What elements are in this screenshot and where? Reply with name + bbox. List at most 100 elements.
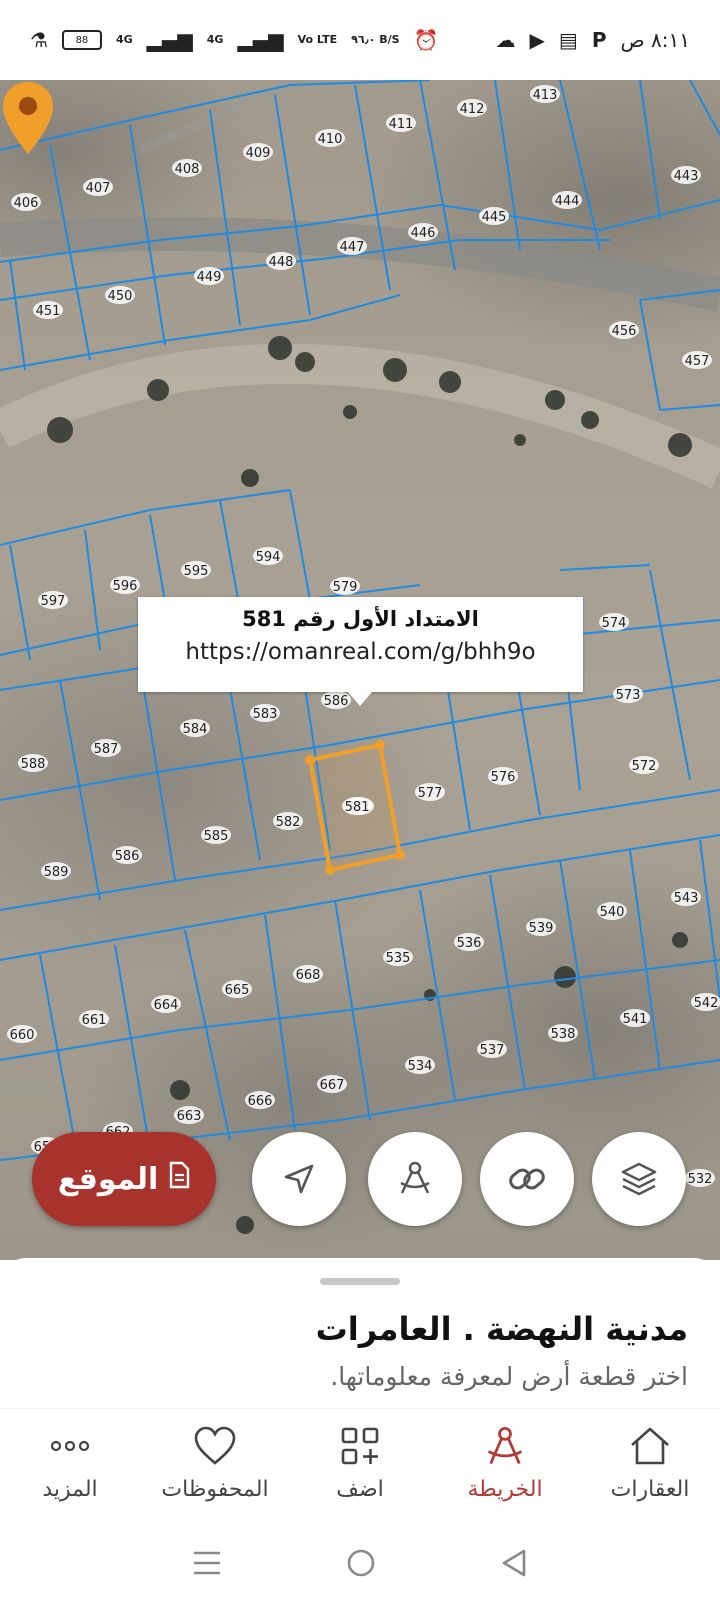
map-pin-icon[interactable] (0, 80, 56, 156)
svg-text:446: 446 (411, 226, 436, 241)
plot-label[interactable]: 574 (599, 613, 629, 631)
plot-label[interactable]: 539 (526, 918, 556, 936)
plot-label[interactable]: 444 (552, 191, 582, 209)
plot-label[interactable]: 661 (79, 1010, 109, 1028)
plot-label[interactable]: 447 (337, 237, 367, 255)
plot-label[interactable]: 542 (691, 993, 720, 1011)
plot-label[interactable]: 456 (609, 321, 639, 339)
youtube-icon: ▶ (529, 28, 545, 52)
plot-label[interactable]: 543 (671, 888, 701, 906)
svg-text:663: 663 (177, 1109, 202, 1124)
svg-text:412: 412 (460, 102, 485, 117)
layers-button[interactable] (592, 1132, 686, 1226)
plot-label[interactable]: 407 (83, 178, 113, 196)
navigate-button[interactable] (252, 1132, 346, 1226)
plot-label[interactable]: 572 (629, 756, 659, 774)
plot-label[interactable]: 577 (415, 783, 445, 801)
plot-label[interactable]: 406 (11, 193, 41, 211)
plot-label[interactable]: 668 (293, 965, 323, 983)
plot-label[interactable]: 579 (330, 577, 360, 595)
location-button[interactable]: الموقع (32, 1132, 216, 1226)
nav-item-map[interactable]: الخريطة (435, 1423, 575, 1502)
plot-label[interactable]: 541 (620, 1009, 650, 1027)
nav-label-map: الخريطة (467, 1477, 543, 1502)
svg-text:586: 586 (115, 849, 140, 864)
link-button[interactable] (480, 1132, 574, 1226)
svg-text:457: 457 (685, 354, 710, 369)
plot-label[interactable]: 445 (479, 207, 509, 225)
callout-url[interactable]: https://omanreal.com/g/bhh9o (138, 639, 583, 665)
plot-label[interactable]: 597 (38, 591, 68, 609)
plot-callout[interactable]: الامتداد الأول رقم 581 https://omanreal.… (138, 597, 583, 706)
plot-label[interactable]: 450 (105, 286, 135, 304)
volte-label: Vo LTE (297, 33, 338, 46)
plot-label[interactable]: 585 (201, 826, 231, 844)
plot-label[interactable]: 457 (682, 351, 712, 369)
navigate-icon (284, 1164, 314, 1194)
plot-label[interactable]: 576 (488, 767, 518, 785)
plot-label[interactable]: 411 (386, 114, 416, 132)
plot-label[interactable]: 664 (151, 995, 181, 1013)
satellite-map[interactable]: 406 407 408 409 410 411 412 413 443 444 … (0, 80, 720, 1260)
nav-item-add[interactable]: اضف (290, 1423, 430, 1502)
info-sheet[interactable]: مدنية النهضة . العامرات اختر قطعة أرض لم… (0, 1258, 720, 1408)
svg-text:456: 456 (612, 324, 637, 339)
svg-text:406: 406 (14, 196, 39, 211)
plot-label[interactable]: 583 (250, 704, 280, 722)
plot-label[interactable]: 446 (408, 223, 438, 241)
plot-label[interactable]: 412 (457, 99, 487, 117)
plot-label[interactable]: 584 (180, 719, 210, 737)
plot-label[interactable]: 588 (18, 754, 48, 772)
svg-text:588: 588 (21, 757, 46, 772)
sim-icon: ▤ (558, 28, 578, 52)
plot-label[interactable]: 449 (194, 267, 224, 285)
plot-label[interactable]: 589 (41, 862, 71, 880)
plot-label[interactable]: 532 (685, 1169, 715, 1187)
sheet-drag-handle[interactable] (320, 1278, 400, 1285)
plot-label[interactable]: 534 (405, 1056, 435, 1074)
plot-label[interactable]: 582 (273, 812, 303, 830)
plot-label[interactable]: 535 (383, 948, 413, 966)
bottom-navigation: المزيد المحفوظات اضف الخريطة العقارات (0, 1408, 720, 1518)
plot-label[interactable]: 586 (112, 846, 142, 864)
svg-text:536: 536 (457, 936, 482, 951)
plot-label[interactable]: 448 (266, 252, 296, 270)
nav-item-saved[interactable]: المحفوظات (145, 1423, 285, 1502)
svg-text:448: 448 (269, 255, 294, 270)
plot-label[interactable]: 413 (530, 85, 560, 103)
plot-label[interactable]: 586 (321, 691, 351, 709)
plot-label[interactable]: 663 (174, 1106, 204, 1124)
plot-label[interactable]: 595 (181, 561, 211, 579)
plot-label[interactable]: 538 (548, 1024, 578, 1042)
plot-label[interactable]: 536 (454, 933, 484, 951)
svg-text:444: 444 (555, 194, 580, 209)
svg-text:585: 585 (204, 829, 229, 844)
plot-label[interactable]: 443 (671, 166, 701, 184)
plot-label[interactable]: 587 (91, 739, 121, 757)
recents-button[interactable] (192, 1550, 222, 1580)
home-button[interactable] (346, 1548, 376, 1582)
plot-label[interactable]: 410 (315, 129, 345, 147)
back-button[interactable] (500, 1548, 528, 1582)
plot-label[interactable]: 409 (243, 143, 273, 161)
svg-text:576: 576 (491, 770, 516, 785)
plot-label-selected[interactable]: 581 (342, 797, 372, 815)
measure-button[interactable] (368, 1132, 462, 1226)
nav-item-properties[interactable]: العقارات (580, 1423, 720, 1502)
plot-label[interactable]: 408 (172, 159, 202, 177)
signal-icon: ▂▄▆ (146, 28, 193, 52)
plot-label[interactable]: 596 (110, 576, 140, 594)
svg-text:534: 534 (408, 1059, 433, 1074)
plot-label[interactable]: 660 (7, 1025, 37, 1043)
plot-label[interactable]: 451 (33, 301, 63, 319)
plot-label[interactable]: 665 (222, 980, 252, 998)
plot-label[interactable]: 594 (253, 547, 283, 565)
plot-label[interactable]: 540 (597, 902, 627, 920)
plot-label[interactable]: 667 (317, 1075, 347, 1093)
plot-label[interactable]: 573 (613, 685, 643, 703)
signal-icon-2: ▂▄▆ (237, 28, 284, 52)
status-bar: ⚗ 88 4G ▂▄▆ 4G ▂▄▆ Vo LTE ٩٦٫٠ B/S ⏰ ☁ ▶… (0, 0, 720, 80)
plot-label[interactable]: 537 (477, 1040, 507, 1058)
plot-label[interactable]: 666 (245, 1091, 275, 1109)
nav-item-more[interactable]: المزيد (0, 1423, 140, 1502)
